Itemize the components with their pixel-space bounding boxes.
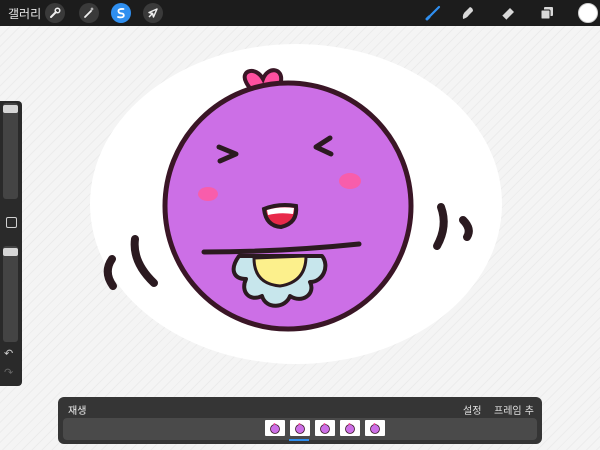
frame-thumbnail-5[interactable] bbox=[365, 420, 385, 436]
frame-thumbnail-2[interactable] bbox=[290, 420, 310, 436]
frame-thumbnail-1[interactable] bbox=[265, 420, 285, 436]
left-sidebar: ↶ ↷ bbox=[0, 101, 22, 386]
frame-thumbnail-3[interactable] bbox=[315, 420, 335, 436]
modify-button[interactable] bbox=[6, 217, 17, 228]
brush-size-slider-thumb[interactable] bbox=[3, 105, 18, 113]
play-button[interactable]: 재생 bbox=[68, 402, 86, 417]
brush-icon[interactable] bbox=[422, 3, 444, 23]
right-blush bbox=[339, 173, 361, 189]
smudge-icon[interactable] bbox=[457, 3, 479, 23]
top-toolbar: 갤러리 bbox=[0, 0, 600, 26]
brush-size-slider[interactable] bbox=[3, 103, 18, 199]
eraser-icon[interactable] bbox=[497, 3, 519, 23]
color-picker-button[interactable] bbox=[578, 3, 598, 23]
selection-icon[interactable] bbox=[111, 3, 131, 23]
artwork bbox=[90, 44, 502, 364]
wrench-icon[interactable] bbox=[45, 3, 65, 23]
transform-icon[interactable] bbox=[143, 3, 163, 23]
selected-frame-indicator bbox=[289, 439, 309, 441]
undo-icon[interactable]: ↶ bbox=[4, 348, 13, 359]
magic-wand-icon[interactable] bbox=[79, 3, 99, 23]
opacity-slider-thumb[interactable] bbox=[3, 248, 18, 256]
left-blush bbox=[198, 187, 218, 201]
settings-button[interactable]: 설정 bbox=[463, 402, 481, 417]
opacity-slider[interactable] bbox=[3, 246, 18, 342]
layers-icon[interactable] bbox=[536, 3, 558, 23]
frame-thumbnail-4[interactable] bbox=[340, 420, 360, 436]
redo-icon[interactable]: ↷ bbox=[4, 367, 13, 378]
gallery-button[interactable]: 갤러리 bbox=[8, 5, 41, 22]
